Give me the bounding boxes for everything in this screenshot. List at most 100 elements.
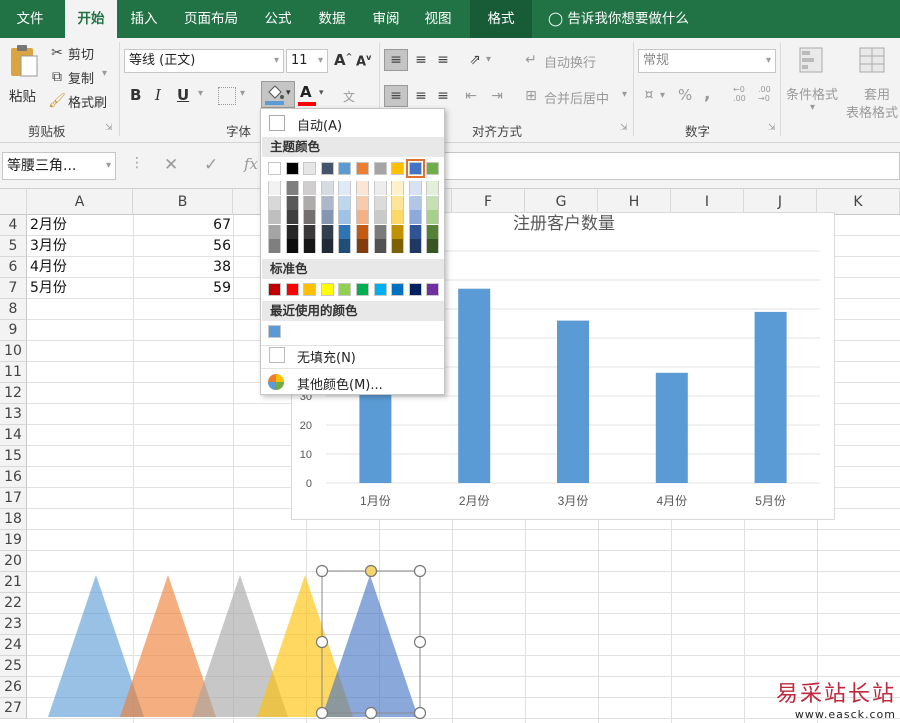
formula-bar-grip-icon[interactable]: ⋮ <box>130 155 144 171</box>
phonetic-icon[interactable]: 文 <box>343 88 355 105</box>
row-header-12[interactable]: 12 <box>0 383 27 404</box>
theme-shade-swatch[interactable] <box>303 181 317 195</box>
automatic-option[interactable]: 自动(A) <box>297 115 342 134</box>
theme-shade-swatch[interactable] <box>356 181 369 195</box>
theme-shade-swatch[interactable] <box>320 195 334 210</box>
standard-color-swatch[interactable] <box>391 283 405 296</box>
fill-color-button[interactable]: ▾ <box>261 81 295 108</box>
paste-button[interactable]: 粘贴 <box>6 44 42 106</box>
chevron-down-icon[interactable]: ▾ <box>486 54 491 65</box>
theme-shade-swatch[interactable] <box>391 181 405 195</box>
theme-shade-swatch[interactable] <box>285 239 299 253</box>
theme-shade-swatch[interactable] <box>408 210 422 224</box>
font-size-select[interactable]: 11 ▾ <box>286 49 328 73</box>
theme-shade-swatch[interactable] <box>426 224 440 239</box>
theme-shade-swatch[interactable] <box>320 210 334 224</box>
copy-button[interactable]: ⧉ 复制 ▾ <box>48 68 114 87</box>
theme-shade-swatch[interactable] <box>373 195 387 210</box>
enter-check-icon[interactable]: ✓ <box>204 155 218 175</box>
theme-shade-swatch[interactable] <box>391 195 405 210</box>
tell-me-search[interactable]: ◯ 告诉我你想要做什么 <box>548 0 689 38</box>
standard-color-swatch[interactable] <box>303 283 317 296</box>
bar-1[interactable] <box>359 390 392 483</box>
theme-shade-swatch[interactable] <box>373 210 387 224</box>
dialog-launcher-icon[interactable]: ⇲ <box>620 123 628 133</box>
underline-button[interactable]: U <box>177 86 189 104</box>
cell-a4[interactable]: 2月份 <box>30 215 67 236</box>
cancel-icon[interactable]: ✕ <box>164 155 178 175</box>
theme-shade-swatch[interactable] <box>338 210 352 224</box>
decrease-decimal-icon[interactable]: .00 →0 <box>758 85 771 103</box>
isosceles-triangle-5[interactable] <box>322 575 418 717</box>
column-header-b[interactable]: B <box>133 189 233 215</box>
row-header-17[interactable]: 17 <box>0 488 27 509</box>
row-header-15[interactable]: 15 <box>0 446 27 467</box>
theme-shade-swatch[interactable] <box>285 181 299 195</box>
percent-button[interactable]: % <box>678 86 692 104</box>
theme-color-swatch[interactable] <box>373 162 387 175</box>
standard-color-swatch[interactable] <box>373 283 387 296</box>
font-name-select[interactable]: 等线 (正文) ▾ <box>124 49 284 73</box>
tab-insert[interactable]: 插入 <box>120 0 168 38</box>
resize-handle[interactable] <box>413 635 427 649</box>
borders-icon[interactable] <box>218 87 236 105</box>
row-header-9[interactable]: 9 <box>0 320 27 341</box>
theme-shade-swatch[interactable] <box>408 239 422 253</box>
align-top-button[interactable]: ≡ <box>384 49 408 71</box>
increase-font-button[interactable]: A^ <box>334 51 352 69</box>
theme-shade-swatch[interactable] <box>373 239 387 253</box>
insert-function-button[interactable]: fx <box>244 155 258 173</box>
currency-icon[interactable]: ¤ <box>640 86 658 104</box>
cell-b7[interactable]: 59 <box>133 278 231 299</box>
tab-file[interactable]: 文件 <box>0 0 60 38</box>
resize-handle[interactable] <box>315 706 329 720</box>
column-header-a[interactable]: A <box>27 189 133 215</box>
cell-a7[interactable]: 5月份 <box>30 278 67 299</box>
standard-color-swatch[interactable] <box>426 283 440 296</box>
row-header-18[interactable]: 18 <box>0 509 27 530</box>
tab-view[interactable]: 视图 <box>414 0 462 38</box>
theme-color-swatch[interactable] <box>405 159 425 178</box>
standard-color-swatch[interactable] <box>285 283 299 296</box>
standard-color-swatch[interactable] <box>356 283 369 296</box>
row-header-13[interactable]: 13 <box>0 404 27 425</box>
theme-shade-swatch[interactable] <box>303 224 317 239</box>
theme-shade-swatch[interactable] <box>373 181 387 195</box>
align-middle-icon[interactable]: ≡ <box>412 51 430 69</box>
theme-shade-swatch[interactable] <box>356 195 369 210</box>
chevron-down-icon[interactable]: ▾ <box>660 90 665 101</box>
standard-color-swatch[interactable] <box>338 283 352 296</box>
theme-shade-swatch[interactable] <box>268 224 281 239</box>
theme-shade-swatch[interactable] <box>285 224 299 239</box>
wrap-text-button[interactable]: ↵ 自动换行 <box>522 51 632 71</box>
increase-indent-icon[interactable]: ⇥ <box>488 87 506 105</box>
align-center-icon[interactable]: ≡ <box>412 87 430 105</box>
cell-a5[interactable]: 3月份 <box>30 236 67 257</box>
resize-handle[interactable] <box>315 564 329 578</box>
theme-shade-swatch[interactable] <box>338 239 352 253</box>
theme-shade-swatch[interactable] <box>338 195 352 210</box>
theme-shade-swatch[interactable] <box>303 195 317 210</box>
bar-5[interactable] <box>754 311 787 483</box>
standard-color-swatch[interactable] <box>268 283 281 296</box>
align-bottom-icon[interactable]: ≡ <box>434 51 452 69</box>
theme-color-swatch[interactable] <box>356 162 369 175</box>
tab-format[interactable]: 格式 <box>470 0 532 38</box>
row-header-4[interactable]: 4 <box>0 215 27 236</box>
row-header-7[interactable]: 7 <box>0 278 27 299</box>
theme-shade-swatch[interactable] <box>373 224 387 239</box>
theme-color-swatch[interactable] <box>268 162 281 175</box>
tab-data[interactable]: 数据 <box>306 0 358 38</box>
theme-shade-swatch[interactable] <box>426 181 440 195</box>
theme-shade-swatch[interactable] <box>268 239 281 253</box>
theme-shade-swatch[interactable] <box>391 224 405 239</box>
theme-shade-swatch[interactable] <box>285 195 299 210</box>
row-header-8[interactable]: 8 <box>0 299 27 320</box>
recent-color-swatch[interactable] <box>268 325 281 338</box>
format-painter-button[interactable]: 🖌 格式刷 <box>48 92 114 111</box>
theme-shade-swatch[interactable] <box>391 210 405 224</box>
row-header-10[interactable]: 10 <box>0 341 27 362</box>
align-left-button[interactable]: ≡ <box>384 85 408 107</box>
theme-color-swatch[interactable] <box>285 162 299 175</box>
select-all-corner[interactable] <box>0 189 27 215</box>
